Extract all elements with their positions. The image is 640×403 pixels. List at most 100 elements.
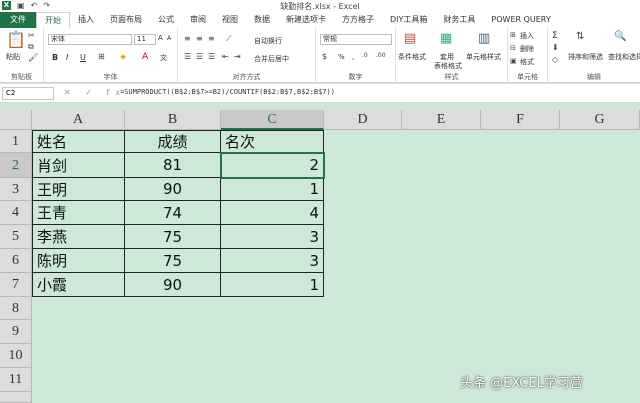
italic-button[interactable]: I — [66, 53, 68, 62]
tab-home[interactable]: 开始 — [36, 12, 70, 28]
column-header-c[interactable]: C — [221, 110, 324, 130]
tab-insert[interactable]: 插入 — [70, 12, 102, 28]
font-size-select[interactable]: 11 — [134, 34, 156, 45]
paste-icon[interactable]: 📋 — [6, 30, 26, 49]
row-header-5[interactable]: 5 — [0, 225, 32, 249]
row-header-3[interactable]: 3 — [0, 178, 32, 201]
table-cell-rank[interactable]: 3 — [221, 249, 324, 273]
number-format-select[interactable]: 常规 — [320, 34, 392, 45]
row-header-12[interactable] — [0, 392, 32, 403]
table-cell-score[interactable]: 90 — [125, 273, 221, 297]
row-header-8[interactable]: 8 — [0, 297, 32, 320]
accounting-format-icon[interactable]: $ — [322, 52, 327, 61]
font-color-button[interactable]: A — [142, 52, 148, 62]
tab-data[interactable]: 数据 — [246, 12, 278, 28]
tab-finance-tools[interactable]: 财务工具 — [435, 12, 483, 28]
increase-indent-icon[interactable]: ⇥ — [234, 52, 241, 61]
tab-file[interactable]: 文件 — [0, 12, 36, 28]
row-header-4[interactable]: 4 — [0, 201, 32, 225]
column-header-b[interactable]: B — [125, 110, 221, 130]
row-header-2[interactable]: 2 — [0, 153, 32, 178]
format-as-table-icon[interactable]: ▦ — [440, 31, 452, 46]
copy-icon[interactable]: ⧉ — [28, 42, 34, 52]
row-header-1[interactable]: 1 — [0, 130, 32, 153]
row-header-11[interactable]: 11 — [0, 368, 32, 392]
table-cell-rank[interactable]: 4 — [221, 201, 324, 225]
table-cell-name[interactable]: 王明 — [33, 178, 125, 201]
wrap-text-button[interactable]: 自动换行 — [254, 36, 282, 46]
tab-view[interactable]: 视图 — [214, 12, 246, 28]
align-middle-icon[interactable]: ≡ — [196, 34, 203, 43]
formula-bar-icons[interactable]: ✕ ✓ fx — [64, 88, 126, 97]
tab-new-tab[interactable]: 新建选项卡 — [278, 12, 334, 28]
formula-input[interactable]: =SUMPRODUCT((B$2:B$7>=B2)/COUNTIF(B$2:B$… — [120, 88, 335, 96]
align-top-icon[interactable]: ≡ — [184, 34, 191, 43]
align-bottom-icon[interactable]: ≡ — [208, 34, 215, 43]
phonetic-button[interactable]: 文 — [160, 53, 167, 63]
sort-filter-button[interactable]: 排序和筛选 — [568, 52, 603, 62]
table-cell-score[interactable]: 75 — [125, 249, 221, 273]
find-select-button[interactable]: 查找和选择 — [608, 52, 640, 62]
font-name-select[interactable]: 宋体 — [48, 34, 132, 45]
column-header-d[interactable]: D — [324, 110, 402, 130]
decrease-decimal-icon[interactable]: .00 — [376, 52, 386, 59]
table-cell-name[interactable]: 陈明 — [33, 249, 125, 273]
cell-styles-icon[interactable]: ▥ — [478, 31, 490, 46]
table-cell-score[interactable]: 90 — [125, 178, 221, 201]
percent-button[interactable]: % — [338, 53, 345, 61]
fill-color-icon[interactable]: ◈ — [120, 52, 126, 61]
table-cell-rank[interactable]: 3 — [221, 225, 324, 249]
name-box[interactable]: C2 — [2, 87, 54, 100]
comma-button[interactable]: , — [352, 53, 354, 61]
insert-cells-button[interactable]: 插入 — [520, 31, 534, 41]
row-header-9[interactable]: 9 — [0, 320, 32, 344]
header-rank[interactable]: 名次 — [221, 131, 324, 153]
grow-font-button[interactable]: A — [158, 34, 163, 42]
table-cell-score[interactable]: 74 — [125, 201, 221, 225]
delete-cells-button[interactable]: 删除 — [520, 44, 534, 54]
format-as-table-button-line2[interactable]: 表格格式 — [434, 61, 462, 71]
table-cell-rank[interactable]: 1 — [221, 178, 324, 201]
cut-icon[interactable]: ✂ — [28, 31, 35, 40]
decrease-indent-icon[interactable]: ⇤ — [222, 52, 229, 61]
insert-cells-icon[interactable]: ⊞ — [510, 31, 516, 39]
merge-center-button[interactable]: 合并后居中 — [254, 54, 289, 64]
row-header-10[interactable]: 10 — [0, 344, 32, 368]
table-cell-name[interactable]: 王青 — [33, 201, 125, 225]
header-name[interactable]: 姓名 — [33, 131, 125, 153]
format-cells-icon[interactable]: ▣ — [510, 57, 517, 65]
column-header-a[interactable]: A — [32, 110, 125, 130]
conditional-format-button[interactable]: 条件格式 — [398, 52, 426, 62]
paste-button[interactable]: 粘贴 — [6, 52, 20, 62]
table-cell-name[interactable]: 肖剑 — [33, 153, 125, 178]
tab-formulas[interactable]: 公式 — [150, 12, 182, 28]
find-select-icon[interactable]: 🔍 — [614, 31, 626, 42]
tab-fangfange[interactable]: 方方格子 — [334, 12, 382, 28]
select-all-corner[interactable] — [0, 110, 32, 130]
tab-review[interactable]: 审阅 — [182, 12, 214, 28]
header-score[interactable]: 成绩 — [125, 131, 221, 153]
clear-icon[interactable]: ◇ — [552, 55, 558, 64]
fill-icon[interactable]: ⬇ — [552, 43, 559, 52]
row-header-7[interactable]: 7 — [0, 273, 32, 297]
column-header-f[interactable]: F — [481, 110, 560, 130]
format-painter-icon[interactable]: 🖌 — [28, 53, 38, 62]
tab-power-query[interactable]: POWER QUERY — [483, 12, 558, 28]
delete-cells-icon[interactable]: ⊟ — [510, 44, 516, 52]
orientation-icon[interactable]: ⟋ — [226, 34, 232, 44]
underline-button[interactable]: U — [80, 53, 86, 62]
align-right-icon[interactable]: ☰ — [208, 52, 215, 61]
conditional-format-icon[interactable]: ▤ — [404, 31, 416, 46]
column-header-g[interactable]: G — [560, 110, 640, 130]
format-cells-button[interactable]: 格式 — [520, 57, 534, 67]
table-cell-score[interactable]: 75 — [125, 225, 221, 249]
row-header-6[interactable]: 6 — [0, 249, 32, 273]
shrink-font-button[interactable]: A — [167, 35, 171, 42]
column-header-e[interactable]: E — [402, 110, 481, 130]
align-center-icon[interactable]: ☰ — [196, 52, 203, 61]
sort-filter-icon[interactable]: ⇅ — [576, 31, 584, 42]
tab-diy-toolbox[interactable]: DIY工具箱 — [382, 12, 435, 28]
table-cell-rank[interactable]: 1 — [221, 273, 324, 297]
table-cell-name[interactable]: 小霞 — [33, 273, 125, 297]
table-cell-score[interactable]: 81 — [125, 153, 221, 178]
